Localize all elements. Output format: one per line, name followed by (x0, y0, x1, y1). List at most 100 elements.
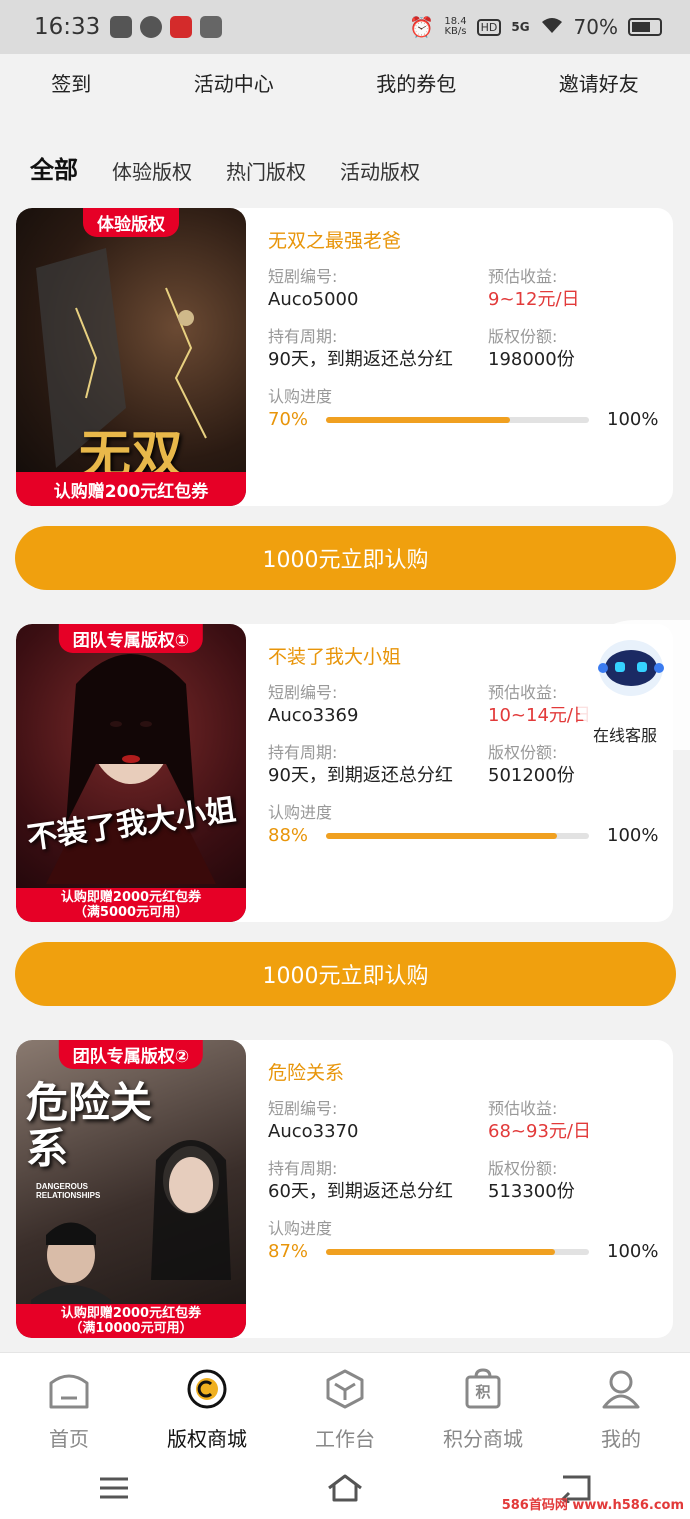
subscribe-button[interactable]: 1000元立即认购 (15, 942, 676, 1006)
period-label: 持有周期: (268, 743, 338, 762)
progress-bar-fill (326, 832, 558, 839)
poster-title: 危险关系 (26, 1078, 153, 1173)
code-value: Auco3370 (268, 1121, 359, 1142)
card-info: 危险关系 短剧编号: Auco3370 预估收益: 68~93元/日 持有周期:… (268, 1058, 663, 1262)
poster-badge: 体验版权 (83, 208, 179, 237)
top-nav: 签到 活动中心 我的券包 邀请好友 (0, 54, 690, 110)
progress-bar (326, 416, 589, 423)
bottom-nav-workbench-label: 工作台 (315, 1427, 375, 1451)
nav-activity-center[interactable]: 活动中心 (194, 68, 274, 97)
period-value: 90天，到期返还总分红 (268, 349, 453, 370)
online-service-label: 在线客服 (593, 726, 658, 745)
tab-activity[interactable]: 活动版权 (340, 156, 420, 185)
progress-label: 认购进度 (268, 387, 333, 406)
nav-checkin[interactable]: 签到 (51, 68, 91, 97)
code-value: Auco5000 (268, 289, 359, 310)
robot-icon (598, 640, 664, 696)
shares-label: 版权份额: (488, 1159, 558, 1178)
bottom-nav-workbench[interactable]: 工作台 (276, 1353, 414, 1456)
progress-total: 100% (607, 825, 659, 846)
drama-title[interactable]: 无双之最强老爸 (268, 226, 663, 253)
poster-footer-text: 认购即赠2000元红包券 (60, 1306, 202, 1321)
poster-footer-text: 认购即赠2000元红包券 (60, 890, 202, 905)
poster-footer: 认购即赠2000元红包券 （满5000元可用） (16, 888, 246, 922)
status-time: 16:33 (34, 14, 101, 40)
bottom-nav-home[interactable]: 首页 (0, 1353, 138, 1456)
app-red-icon (170, 16, 193, 38)
category-tabs: 全部 体验版权 热门版权 活动版权 (30, 150, 420, 185)
copyright-card[interactable]: 体验版权 无双 认购赠200元红包券 无双之最强老爸 短剧编号: Auco500… (16, 208, 673, 506)
status-bar: 16:33 ⏰ 18.4 KB/s HD 5G 70% (0, 0, 690, 54)
period-label: 持有周期: (268, 327, 338, 346)
progress-bar (326, 1248, 589, 1255)
income-value: 9~12元/日 (488, 289, 580, 310)
bottom-nav-mine[interactable]: 我的 (552, 1353, 690, 1456)
nav-my-coupons[interactable]: 我的券包 (376, 68, 456, 97)
progress-total: 100% (607, 1241, 659, 1262)
system-nav-bar: 586首码网 www.h586.com (0, 1456, 690, 1519)
bottom-nav-copyright-label: 版权商城 (167, 1427, 247, 1451)
poster-image: 体验版权 无双 认购赠200元红包券 (16, 208, 246, 506)
battery-icon (628, 18, 662, 36)
signal-5g-icon: 5G (511, 20, 530, 34)
online-service-button[interactable]: 在线客服 (575, 620, 690, 750)
poster-image: 团队专属版权① 不装了我大小姐 认购即赠2000元红包券 （满5000元可用） (16, 624, 246, 922)
shares-value: 501200份 (488, 765, 575, 786)
bottom-nav: 首页 版权商城 工作台 积 积分商城 我的 (0, 1352, 690, 1456)
card-info: 无双之最强老爸 短剧编号: Auco5000 预估收益: 9~12元/日 持有周… (268, 226, 663, 430)
tab-all[interactable]: 全部 (30, 150, 78, 185)
user-icon (602, 1370, 640, 1409)
nav-invite-friends[interactable]: 邀请好友 (559, 68, 639, 97)
bottom-nav-home-label: 首页 (49, 1427, 89, 1451)
progress-total: 100% (607, 409, 659, 430)
poster-art (46, 654, 216, 884)
period-value: 60天，到期返还总分红 (268, 1181, 453, 1202)
progress-bar-fill (326, 416, 511, 423)
progress-bar-fill (326, 1248, 555, 1255)
copyright-card[interactable]: 团队专属版权② 危险关系 DANGEROUS RELATIONSHIPS 认购即… (16, 1040, 673, 1338)
app-mail-icon (200, 16, 223, 38)
points-bag-icon: 积 (461, 1367, 505, 1411)
code-label: 短剧编号: (268, 267, 338, 286)
check-icon (140, 16, 163, 38)
poster-footer-text: 认购赠200元红包券 (53, 481, 209, 502)
copyright-card[interactable]: 团队专属版权① 不装了我大小姐 认购即赠2000元红包券 （满5000元可用） … (16, 624, 673, 922)
home-icon (49, 1374, 89, 1409)
poster-footer-note: （满10000元可用） (69, 1321, 193, 1336)
speed-unit: KB/s (444, 26, 467, 37)
alarm-icon: ⏰ (409, 15, 435, 39)
progress-bar (326, 832, 589, 839)
bottom-nav-mine-label: 我的 (601, 1427, 641, 1451)
shares-value: 513300份 (488, 1181, 575, 1202)
poster-badge: 团队专属版权① (58, 624, 204, 653)
poster-footer: 认购即赠2000元红包券 （满10000元可用） (16, 1304, 246, 1338)
bottom-nav-points-label: 积分商城 (443, 1427, 523, 1451)
drama-title[interactable]: 危险关系 (268, 1058, 663, 1085)
poster-footer-note: （满5000元可用） (73, 905, 189, 920)
tab-trial[interactable]: 体验版权 (112, 156, 192, 185)
poster-image: 团队专属版权② 危险关系 DANGEROUS RELATIONSHIPS 认购即… (16, 1040, 246, 1338)
poster-footer: 认购赠200元红包券 (16, 472, 246, 506)
wifi-icon (540, 15, 564, 39)
period-label: 持有周期: (268, 1159, 338, 1178)
cube-icon (326, 1369, 364, 1409)
code-label: 短剧编号: (268, 683, 338, 702)
app-k-icon (110, 16, 133, 38)
bottom-nav-points-mall[interactable]: 积 积分商城 (414, 1353, 552, 1456)
shares-label: 版权份额: (488, 327, 558, 346)
points-bag-text: 积 (475, 1383, 491, 1401)
shares-value: 198000份 (488, 349, 575, 370)
poster-badge: 团队专属版权② (58, 1040, 204, 1069)
code-value: Auco3369 (268, 705, 359, 726)
hd-icon: HD (476, 18, 502, 36)
progress-percent: 87% (268, 1241, 309, 1262)
tab-hot[interactable]: 热门版权 (226, 156, 306, 185)
subscribe-button[interactable]: 1000元立即认购 (15, 526, 676, 590)
progress-percent: 70% (268, 409, 309, 430)
menu-icon[interactable] (97, 1475, 131, 1501)
home-nav-icon[interactable] (326, 1473, 364, 1503)
period-value: 90天，到期返还总分红 (268, 765, 453, 786)
code-label: 短剧编号: (268, 1099, 338, 1118)
bottom-nav-copyright-mall[interactable]: 版权商城 (138, 1353, 276, 1456)
progress-label: 认购进度 (268, 803, 333, 822)
